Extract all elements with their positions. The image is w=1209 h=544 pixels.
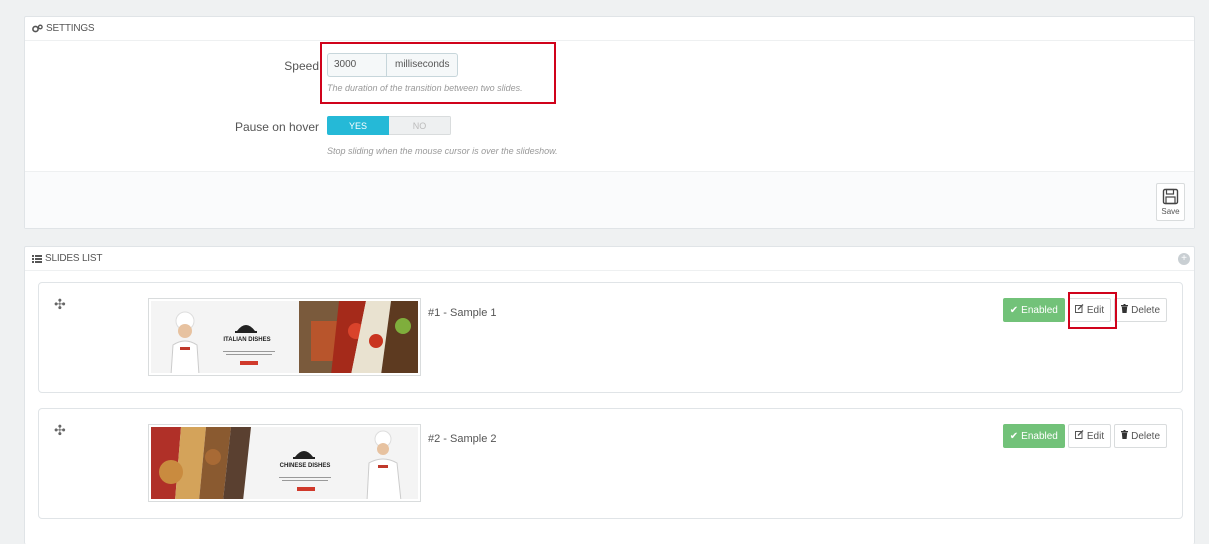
trash-icon xyxy=(1121,304,1129,316)
enabled-button[interactable]: ✔ Enabled xyxy=(1002,298,1065,322)
edit-highlight-box xyxy=(1068,292,1117,329)
pause-on-hover-switch[interactable]: YES NO xyxy=(327,116,451,135)
settings-panel: SETTINGS Speed 3000 milliseconds The dur… xyxy=(24,16,1195,229)
check-icon: ✔ xyxy=(1009,430,1019,442)
save-label: Save xyxy=(1161,207,1180,216)
slide-thumbnail-title: CHINESE DISHES xyxy=(279,463,331,469)
edit-icon xyxy=(1074,430,1084,442)
delete-label: Delete xyxy=(1131,430,1160,442)
add-slide-icon[interactable]: + xyxy=(1178,253,1190,265)
save-icon xyxy=(1162,188,1179,207)
enabled-button[interactable]: ✔ Enabled xyxy=(1002,424,1065,448)
edit-label: Edit xyxy=(1086,430,1105,442)
settings-footer: Save xyxy=(25,171,1194,228)
check-icon: ✔ xyxy=(1009,304,1019,316)
slide-thumbnail: ITALIAN DISHES xyxy=(148,298,421,376)
slide-title: #1 - Sample 1 xyxy=(428,307,497,319)
speed-highlight-box xyxy=(320,42,556,104)
edit-button[interactable]: Edit xyxy=(1067,424,1112,448)
settings-heading: SETTINGS xyxy=(25,17,1194,41)
slide-item: ✣ xyxy=(38,408,1183,519)
slide-actions: ✔ Enabled Edit Delete xyxy=(1002,424,1167,448)
enabled-label: Enabled xyxy=(1021,430,1058,442)
pause-no-option[interactable]: NO xyxy=(389,116,451,135)
slides-list-heading: SLIDES LIST xyxy=(25,247,1194,271)
settings-title: SETTINGS xyxy=(46,23,95,34)
save-button[interactable]: Save xyxy=(1156,183,1185,221)
enabled-label: Enabled xyxy=(1021,304,1058,316)
slide-thumbnail-title: ITALIAN DISHES xyxy=(223,337,271,343)
speed-label: Speed xyxy=(284,59,319,73)
delete-label: Delete xyxy=(1131,304,1160,316)
slide-item: ✣ xyxy=(38,282,1183,393)
slides-list-panel: SLIDES LIST + ✣ ITALIAN DISHES #1 - Samp… xyxy=(24,246,1195,544)
slide-title: #2 - Sample 2 xyxy=(428,433,497,445)
delete-button[interactable]: Delete xyxy=(1114,424,1167,448)
delete-button[interactable]: Delete xyxy=(1114,298,1167,322)
pause-yes-option[interactable]: YES xyxy=(327,116,389,135)
drag-handle-icon[interactable]: ✣ xyxy=(54,296,66,313)
pause-help: Stop sliding when the mouse cursor is ov… xyxy=(327,146,558,156)
drag-handle-icon[interactable]: ✣ xyxy=(54,422,66,439)
gears-icon xyxy=(32,24,43,33)
pause-label: Pause on hover xyxy=(234,120,319,134)
slides-list-title: SLIDES LIST xyxy=(45,253,103,264)
list-icon xyxy=(32,254,42,263)
slide-thumbnail: CHINESE DISHES xyxy=(148,424,421,502)
trash-icon xyxy=(1121,430,1129,442)
